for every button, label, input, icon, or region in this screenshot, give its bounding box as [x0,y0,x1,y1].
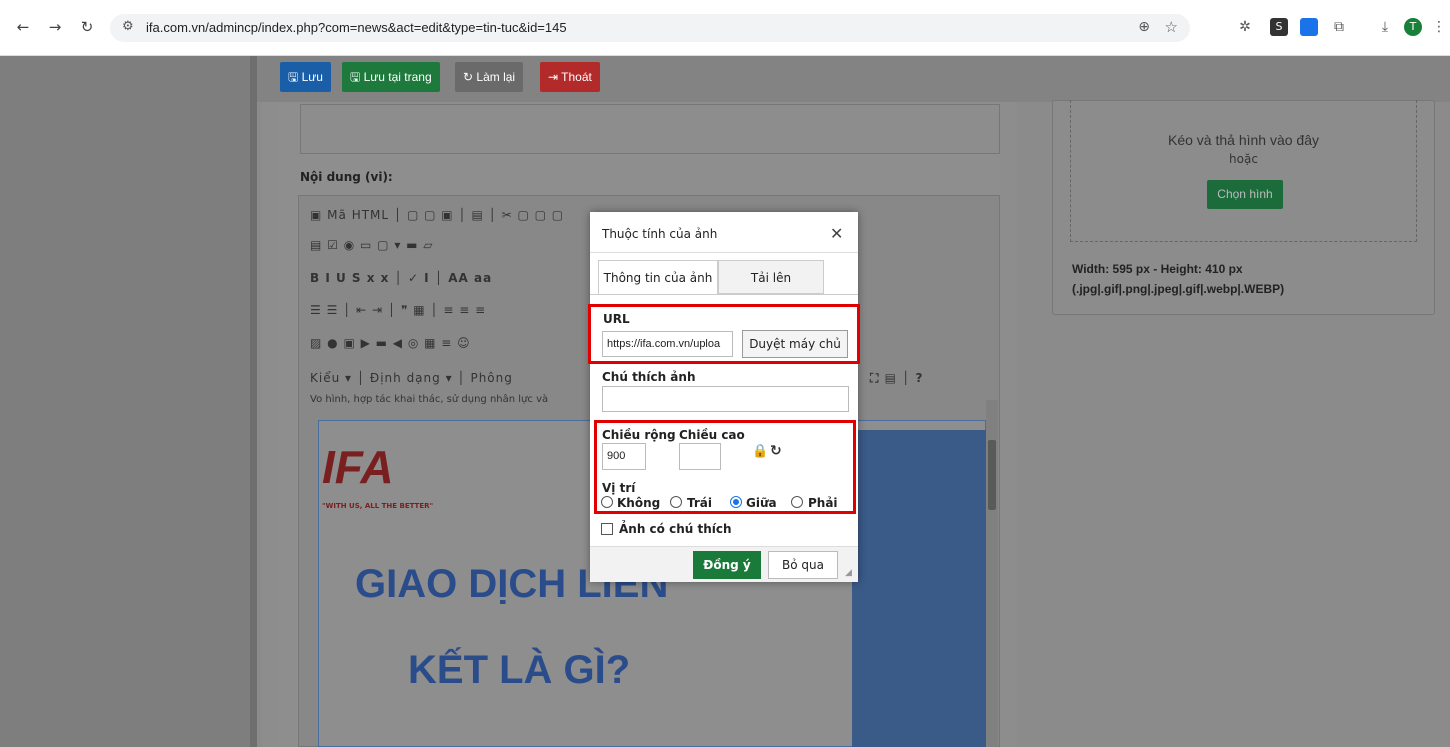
puzzle-icon[interactable]: ⧉ [1330,18,1348,36]
choose-image-button[interactable]: Chọn hình [1207,180,1283,209]
maximize-icon[interactable]: ⛶ [870,371,879,385]
format-select[interactable]: Định dạng [370,371,441,385]
save-button[interactable]: 🖫 Lưu [280,62,331,92]
browse-server-button[interactable]: Duyệt máy chủ [742,330,848,358]
height-label: Chiều cao [679,428,745,442]
editor-toolbar-row-1: ▣ Mã HTML │ ▢ ▢ ▣ │ ▤ │ ✂ ▢ ▢ ▢ [310,208,565,222]
url-input[interactable]: https://ifa.com.vn/uploa [602,331,733,357]
extension-s-icon[interactable]: S [1270,18,1288,36]
captioned-label: Ảnh có chú thích [619,522,732,536]
extension-icon[interactable]: ✲ [1236,18,1254,36]
align-right-radio[interactable] [791,496,803,508]
sidebar [0,56,250,747]
save-stay-button[interactable]: 🖫 Lưu tại trang [342,62,440,92]
align-none-label: Không [617,496,661,510]
site-info-icon[interactable]: ⚙ [122,19,134,34]
star-icon[interactable]: ☆ [1165,18,1178,36]
close-icon[interactable]: ✕ [830,224,843,243]
align-right-label: Phải [808,496,838,510]
exit-button[interactable]: ⇥ Thoát [540,62,600,92]
reset-size-icon[interactable]: ↻ [770,443,782,459]
drop-zone[interactable] [1070,100,1417,242]
lock-ratio-icon[interactable]: 🔒 [752,444,768,459]
editor-toolbar-right: ⛶ ▤ │ ? [870,371,924,385]
avatar[interactable]: T [1404,18,1422,36]
width-input[interactable]: 900 [602,443,646,470]
url-label: URL [603,312,630,326]
ok-button[interactable]: Đồng ý [693,551,761,579]
height-input[interactable] [679,443,721,470]
save-stay-label: Lưu tại trang [363,70,432,84]
editor-toolbar-row-6: Kiểu ▾ │ Định dạng ▾ │ Phông [310,371,513,385]
reset-label: Làm lại [476,70,516,84]
or-text: hoặc [1229,152,1258,166]
reload-icon[interactable]: ↻ [78,18,96,36]
caption-label: Chú thích ảnh [602,370,696,384]
captioned-checkbox[interactable] [601,523,613,535]
browser-toolbar: ← → ↻ ⚙ ifa.com.vn/admincp/index.php?com… [0,0,1450,56]
dialog-title: Thuộc tính của ảnh [602,227,718,241]
style-select[interactable]: Kiểu [310,371,340,385]
tab-image-info[interactable]: Thông tin của ảnh [598,260,718,294]
cancel-button[interactable]: Bỏ qua [768,551,838,579]
caption-input[interactable] [602,386,849,412]
align-center-radio[interactable] [730,496,742,508]
editor-toolbar-row-4: ☰ ☰ │ ⇤ ⇥ │ ❞ ▦ │ ≡ ≡ ≡ [310,303,487,317]
editor-toolbar-row-3: B I U S x x │ ✓ I │ AA aa [310,271,493,285]
image-headline-2: KẾT LÀ GÌ? [408,648,631,692]
dialog-divider [590,252,858,253]
zoom-icon[interactable]: ⊕ [1138,19,1150,35]
extension-square-icon[interactable] [1300,18,1318,36]
reset-button[interactable]: ↻ Làm lại [455,62,524,92]
align-left-label: Trái [687,496,712,510]
html-source-button[interactable]: Mã HTML [327,208,389,222]
url-text: ifa.com.vn/admincp/index.php?com=news&ac… [146,20,567,35]
address-bar[interactable]: ⚙ ifa.com.vn/admincp/index.php?com=news&… [110,14,1190,42]
back-icon[interactable]: ← [14,18,32,36]
download-icon[interactable]: ⤓ [1376,18,1394,36]
logo-slogan: "WITH US, ALL THE BETTER" [322,502,434,510]
ifa-logo: IFA [322,441,394,493]
source-icon[interactable]: ▣ [310,208,322,222]
align-left-radio[interactable] [670,496,682,508]
editor-image-photo [852,430,986,747]
image-extensions: (.jpg|.gif|.png|.jpeg|.gif|.webp|.WEBP) [1072,282,1285,296]
align-none-radio[interactable] [601,496,613,508]
blocks-icon[interactable]: ▤ [885,371,897,385]
help-icon[interactable]: ? [916,371,924,385]
content-label: Nội dung (vi): [300,170,393,184]
exit-label: Thoát [561,70,592,84]
align-center-label: Giữa [746,496,777,510]
font-select[interactable]: Phông [470,371,512,385]
align-label: Vị trí [602,481,636,495]
resize-handle-icon[interactable]: ◢ [845,568,852,578]
width-label: Chiều rộng [602,428,676,442]
editor-toolbar-row-2: ▤ ☑ ◉ ▭ ▢ ▾ ▬ ▱ [310,238,434,252]
tab-upload[interactable]: Tải lên [718,260,824,294]
menu-icon[interactable]: ⋮ [1430,18,1448,36]
drop-text: Kéo và thả hình vào đây [1168,132,1319,148]
editor-toolbar-row-5: ▨ ● ▣ ▶ ▬ ◀ ◎ ▦ ≡ ☺ [310,336,471,350]
description-textarea[interactable] [300,104,1000,154]
editor-snippet: Vo hình, hợp tác khai thác, sử dụng nhân… [310,394,549,405]
save-label: Lưu [301,70,323,84]
forward-icon[interactable]: → [46,18,64,36]
sidebar-edge [250,56,257,747]
image-dimensions: Width: 595 px - Height: 410 px [1072,262,1243,276]
scrollbar-thumb[interactable] [988,440,996,510]
